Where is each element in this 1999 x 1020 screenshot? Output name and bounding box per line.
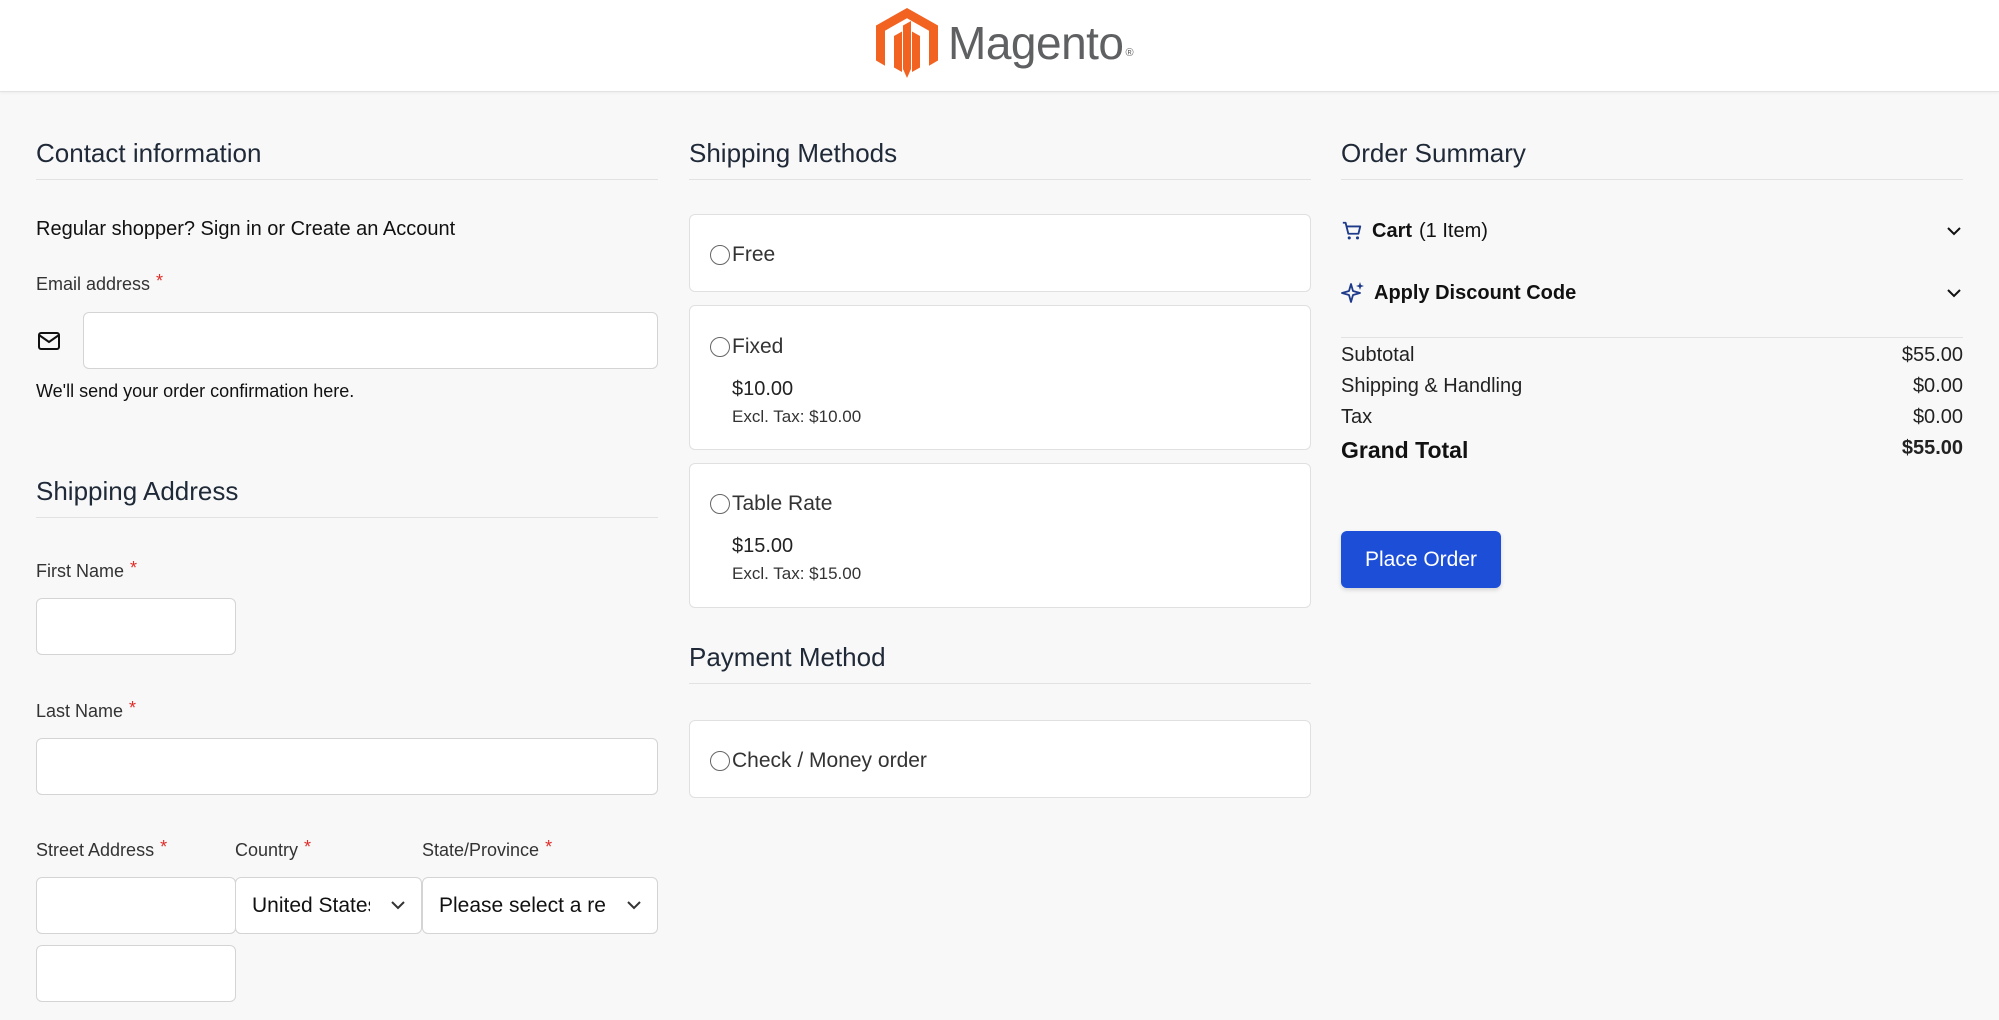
- cart-toggle[interactable]: Cart (1 Item): [1341, 216, 1963, 246]
- shipping-option-table-rate[interactable]: Table Rate $15.00 Excl. Tax: $15.00: [689, 463, 1311, 608]
- street-label-row: Street Address *: [36, 837, 168, 861]
- country-value: United States: [252, 893, 370, 917]
- summary-divider: [1341, 337, 1963, 338]
- first-name-label-row: First Name *: [36, 558, 138, 582]
- radio-fixed[interactable]: [710, 337, 730, 357]
- magento-logo-icon: [876, 8, 938, 78]
- payment-option-check[interactable]: Check / Money order: [689, 720, 1311, 798]
- radio-free[interactable]: [710, 245, 730, 265]
- state-value: Please select a region: [439, 893, 605, 917]
- envelope-icon: [38, 332, 60, 355]
- grand-total-row: Grand Total $55.00: [1341, 437, 1963, 464]
- shipping-option-excl-tax: Excl. Tax: $10.00: [732, 407, 862, 426]
- order-summary-title: Order Summary: [1341, 138, 1963, 180]
- summary-row-label: Subtotal: [1341, 344, 1415, 366]
- radio-table-rate[interactable]: [710, 494, 730, 514]
- street-address-label: Street Address: [36, 840, 155, 860]
- logo-registered-mark: ®: [1125, 47, 1134, 59]
- shipping-option-label: Table Rate: [732, 492, 833, 515]
- cart-count: (1 Item): [1419, 219, 1488, 242]
- shipping-methods-title: Shipping Methods: [689, 138, 1311, 180]
- site-header: Magento ®: [0, 0, 1999, 92]
- discount-toggle[interactable]: Apply Discount Code: [1341, 278, 1963, 308]
- chevron-down-icon: [391, 901, 405, 910]
- shipping-option-free[interactable]: Free: [689, 214, 1311, 292]
- summary-row-value: $55.00: [1901, 344, 1963, 366]
- signin-prompt[interactable]: Regular shopper? Sign in or Create an Ac…: [36, 218, 455, 241]
- grand-total-label: Grand Total: [1341, 437, 1469, 463]
- last-name-field[interactable]: [36, 738, 658, 795]
- last-name-label: Last Name: [36, 701, 124, 721]
- shipping-option-label: Fixed: [732, 335, 784, 358]
- grand-total-value: $55.00: [1901, 437, 1963, 459]
- summary-row-value: $0.00: [1912, 406, 1963, 428]
- country-select[interactable]: United States: [235, 877, 422, 934]
- state-select[interactable]: Please select a region: [422, 877, 658, 934]
- logo-wordmark: Magento: [948, 17, 1124, 69]
- magento-logo[interactable]: Magento ®: [876, 8, 1134, 78]
- email-label: Email address: [36, 274, 151, 294]
- chevron-down-icon: [627, 901, 641, 910]
- summary-row-label: Tax: [1341, 406, 1373, 428]
- required-mark: *: [129, 698, 137, 718]
- subtotal-row: Subtotal $55.00: [1341, 344, 1963, 367]
- street-address-line1[interactable]: [36, 877, 236, 934]
- payment-option-label: Check / Money order: [732, 749, 927, 772]
- shipping-option-price: $10.00: [732, 378, 794, 400]
- state-label-row: State/Province *: [422, 837, 553, 861]
- email-help-text: We'll send your order confirmation here.: [36, 381, 355, 401]
- place-order-button[interactable]: Place Order: [1341, 531, 1501, 588]
- required-mark: *: [130, 558, 138, 578]
- required-mark: *: [156, 271, 164, 291]
- radio-check-money-order[interactable]: [710, 751, 730, 771]
- shipping-option-fixed[interactable]: Fixed $10.00 Excl. Tax: $10.00: [689, 305, 1311, 450]
- required-mark: *: [545, 837, 553, 857]
- discount-label: Apply Discount Code: [1374, 281, 1577, 304]
- cart-icon: [1342, 221, 1362, 240]
- shipping-address-title: Shipping Address: [36, 476, 658, 518]
- payment-method-title: Payment Method: [689, 642, 1311, 684]
- tax-row: Tax $0.00: [1341, 406, 1963, 429]
- country-label-row: Country *: [235, 837, 312, 861]
- sparkle-icon: [1341, 282, 1364, 303]
- state-label: State/Province: [422, 840, 540, 860]
- chevron-down-icon: [1947, 227, 1961, 236]
- required-mark: *: [160, 837, 168, 857]
- shipping-option-excl-tax: Excl. Tax: $15.00: [732, 564, 862, 583]
- summary-row-value: $0.00: [1912, 375, 1963, 397]
- last-name-label-row: Last Name *: [36, 698, 137, 722]
- street-address-line2[interactable]: [36, 945, 236, 1002]
- first-name-label: First Name: [36, 561, 125, 581]
- email-label-row: Email address *: [36, 271, 164, 295]
- shipping-option-price: $15.00: [732, 535, 794, 557]
- email-field[interactable]: [83, 312, 658, 369]
- country-label: Country: [235, 840, 299, 860]
- shipping-handling-row: Shipping & Handling $0.00: [1341, 375, 1963, 398]
- summary-row-label: Shipping & Handling: [1341, 375, 1523, 397]
- chevron-down-icon: [1947, 289, 1961, 298]
- cart-label: Cart: [1372, 219, 1413, 242]
- contact-info-title: Contact information: [36, 138, 658, 180]
- required-mark: *: [304, 837, 312, 857]
- shipping-option-label: Free: [732, 243, 776, 266]
- first-name-field[interactable]: [36, 598, 236, 655]
